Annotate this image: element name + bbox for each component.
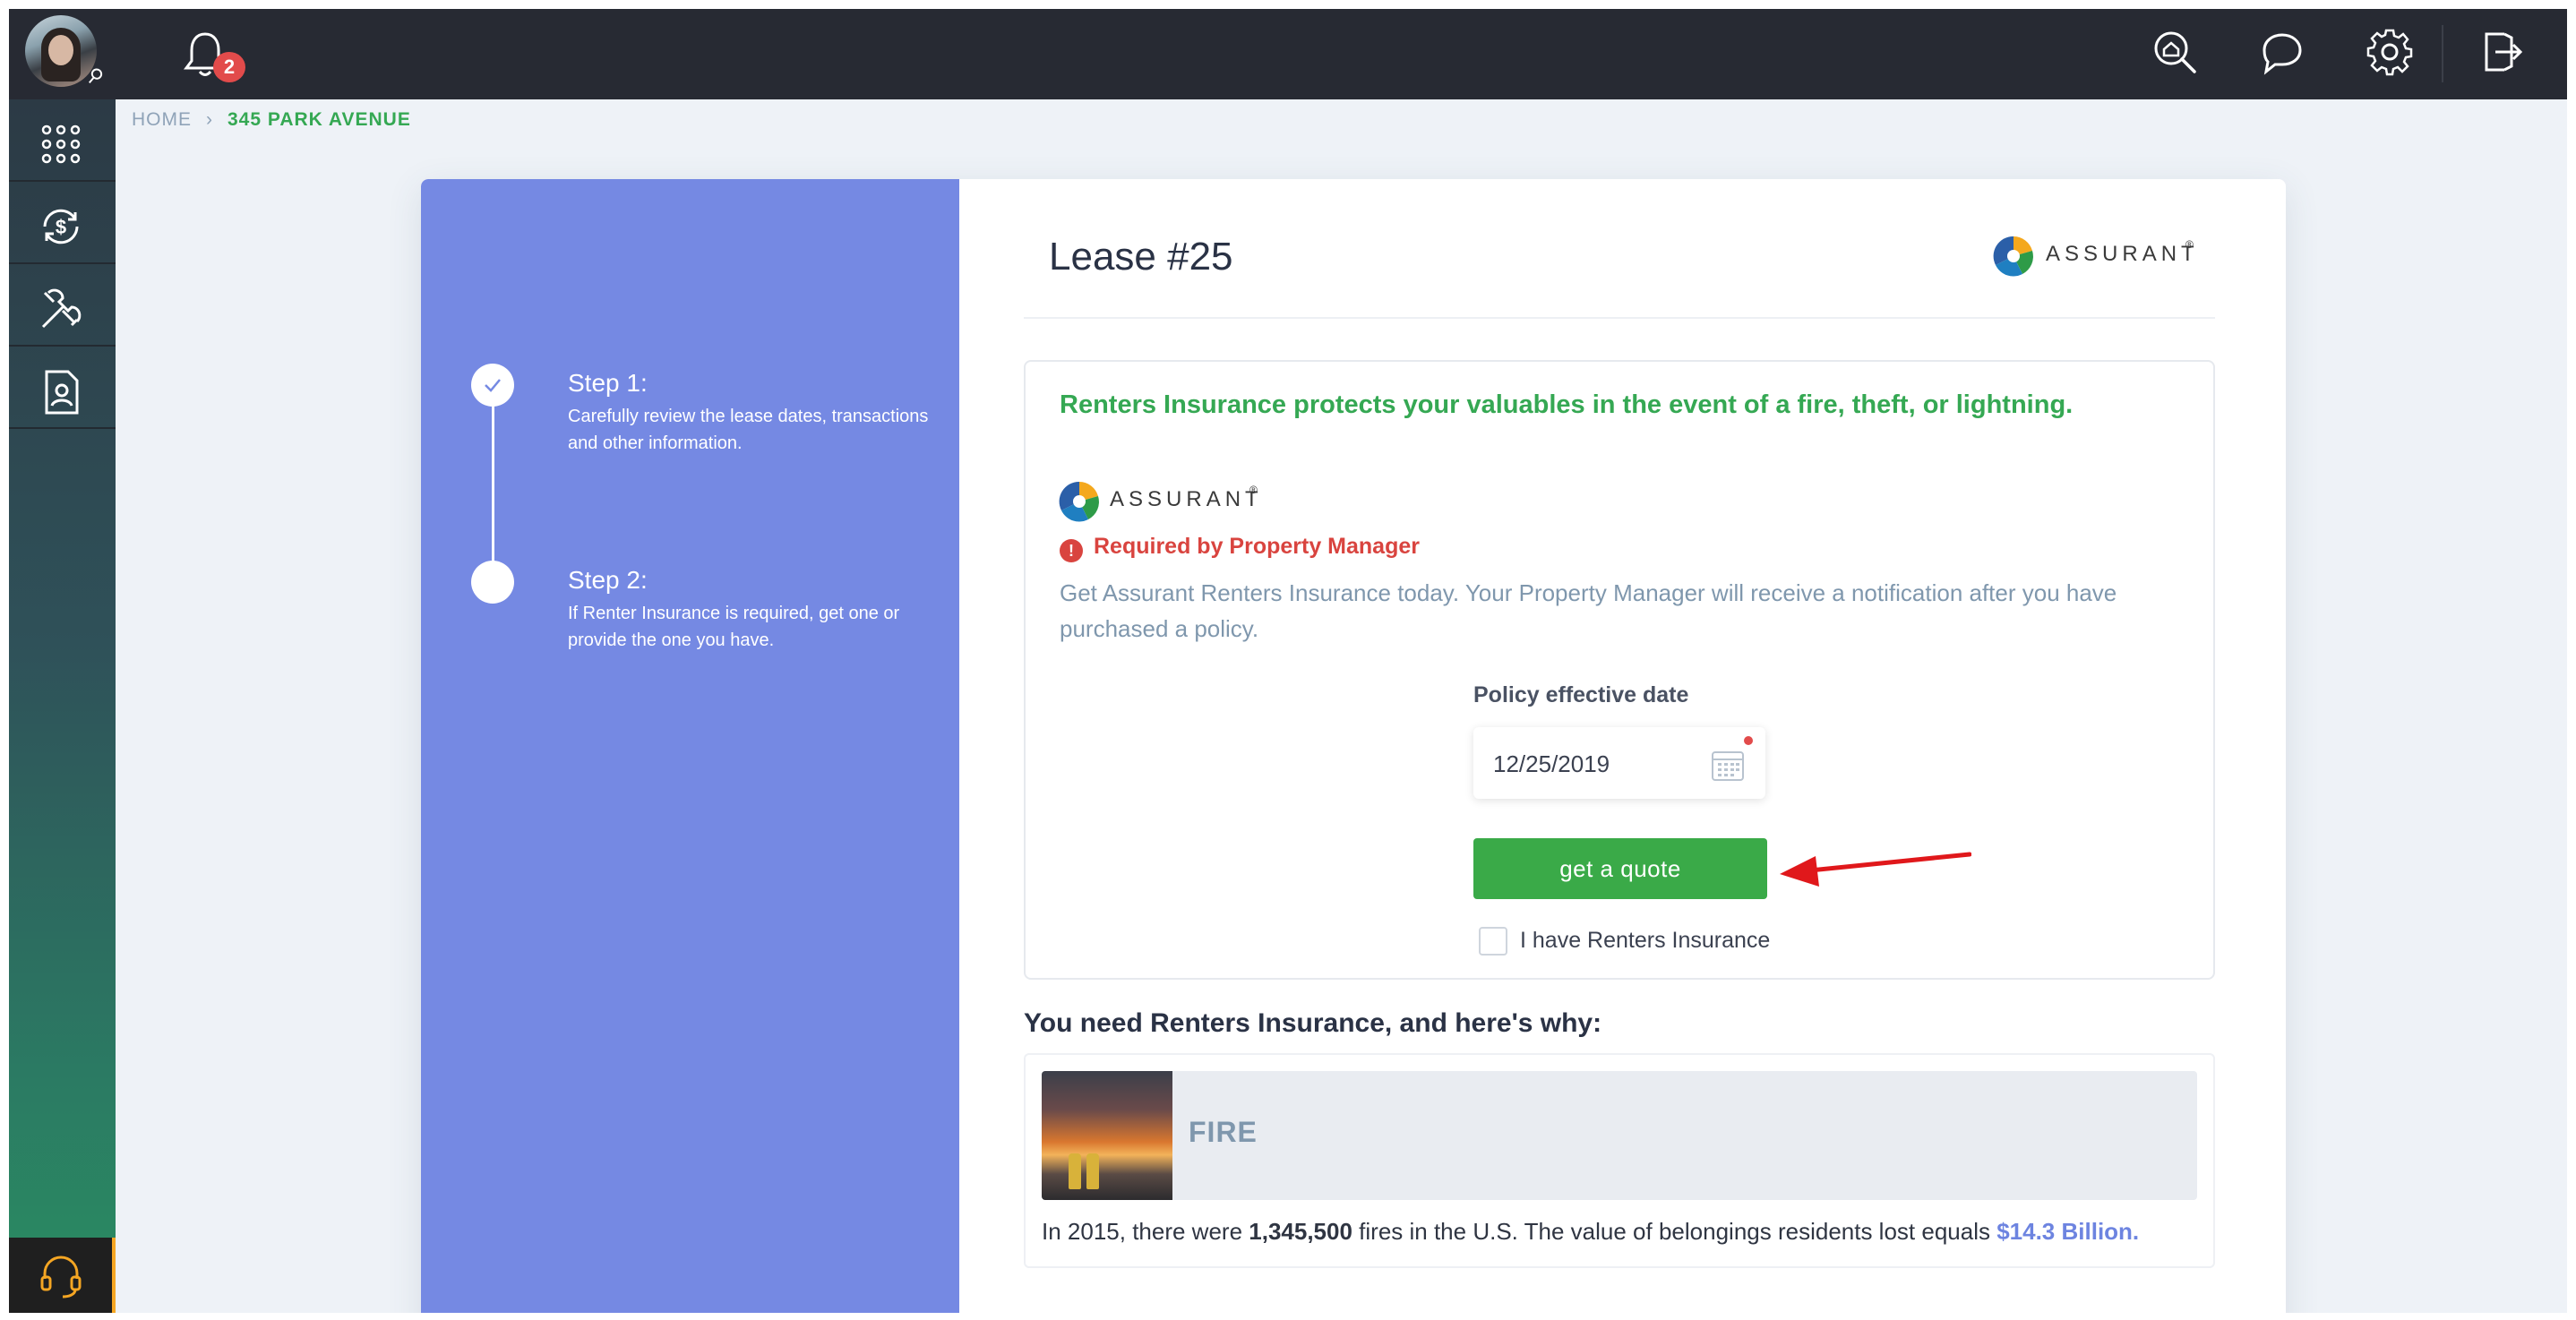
policy-date-field[interactable]: 12/25/2019 [1473,727,1765,799]
risk-list: FIRE In 2015, there were 1,345,500 fires… [1024,1053,2215,1268]
fact-text-prefix: In 2015, there were [1042,1218,1249,1245]
breadcrumb-home[interactable]: HOME [132,109,192,130]
payments-icon: $ [43,209,79,244]
chat-icon[interactable] [2257,27,2307,77]
sidebar-item-payments[interactable]: $ [9,182,116,264]
insurance-description: Get Assurant Renters Insurance today. Yo… [1060,579,2117,642]
annotation-arrow [1780,852,1971,887]
gear-icon[interactable] [2365,27,2415,77]
assurant-wordmark: ASSURANT [1110,487,1263,511]
support-button[interactable] [9,1238,116,1313]
sidebar-item-documents[interactable] [9,347,116,429]
lease-content: Lease #25 ASSURANT ® Renters Insurance p… [959,179,2286,1313]
page-title: Lease #25 [1049,235,1233,279]
required-dot [1744,736,1753,745]
registered-mark: ® [2185,238,2194,251]
assurant-mark-icon [1993,236,2033,277]
check-icon [485,379,501,392]
top-bar: ⚲ 2 [9,9,2567,99]
policy-date-label: Policy effective date [1473,682,1689,707]
home-search-icon[interactable] [2150,27,2200,77]
have-insurance-checkbox[interactable] [1479,927,1507,956]
apps-grid-icon [41,124,81,164]
logout-icon[interactable] [2474,27,2524,77]
lease-card: Step 1: Carefully review the lease dates… [421,179,2286,1313]
assurant-mark-icon [1059,481,1099,522]
why-heading: You need Renters Insurance, and here's w… [1024,1008,1602,1038]
step-1-title: Step 1: [568,369,648,397]
risk-item-fire[interactable]: FIRE [1042,1071,2197,1200]
sidebar-item-maintenance[interactable] [9,264,116,347]
breadcrumb: HOME › 345 PARK AVENUE [132,109,411,131]
step-2-title: Step 2: [568,566,648,594]
required-label: Required by Property Manager [1094,534,1420,559]
calendar-icon[interactable] [1710,747,1746,783]
topbar-divider [2442,25,2443,82]
steps-panel: Step 1: Carefully review the lease dates… [421,179,959,1313]
sidebar-item-apps[interactable] [9,99,116,182]
documents-icon [45,370,79,415]
step-2-description: If Renter Insurance is required, get one… [568,604,900,650]
fact-count: 1,345,500 [1249,1218,1352,1245]
risk-label: FIRE [1189,1116,1258,1148]
step-1-description: Carefully review the lease dates, transa… [568,407,929,453]
divider [1024,317,2215,319]
maintenance-icon [41,288,82,329]
fire-image [1042,1071,1172,1200]
alert-icon: ! [1060,539,1083,562]
fact-amount: $14.3 Billion. [1996,1218,2140,1245]
risk-fact: In 2015, there were 1,345,500 fires in t… [1042,1218,2139,1246]
step-2-indicator [471,561,514,604]
headset-icon [40,1256,82,1299]
policy-date-value[interactable]: 12/25/2019 [1493,750,1610,778]
insurance-headline: Renters Insurance protects your valuable… [1060,390,2074,419]
required-notice: ! Required by Property Manager [1060,534,1420,562]
chevron-right-icon: › [206,109,213,130]
svg-text:$: $ [56,216,66,238]
have-insurance-label[interactable]: I have Renters Insurance [1520,928,1770,954]
sidebar: $ [9,99,116,1313]
notification-badge: 2 [213,52,245,82]
assurant-wordmark: ASSURANT [2046,242,2199,266]
get-quote-button[interactable]: get a quote [1473,838,1767,899]
app-window: ⚲ 2 $ HOME › 345 PARK AVENUE Step 1: Car… [9,9,2567,1313]
insurance-panel: Renters Insurance protects your valuable… [1024,360,2215,980]
fact-text-middle: fires in the U.S. The value of belonging… [1352,1218,1997,1245]
step-1-indicator [471,364,514,407]
registered-mark: ® [1249,484,1258,496]
breadcrumb-current[interactable]: 345 PARK AVENUE [228,109,411,130]
